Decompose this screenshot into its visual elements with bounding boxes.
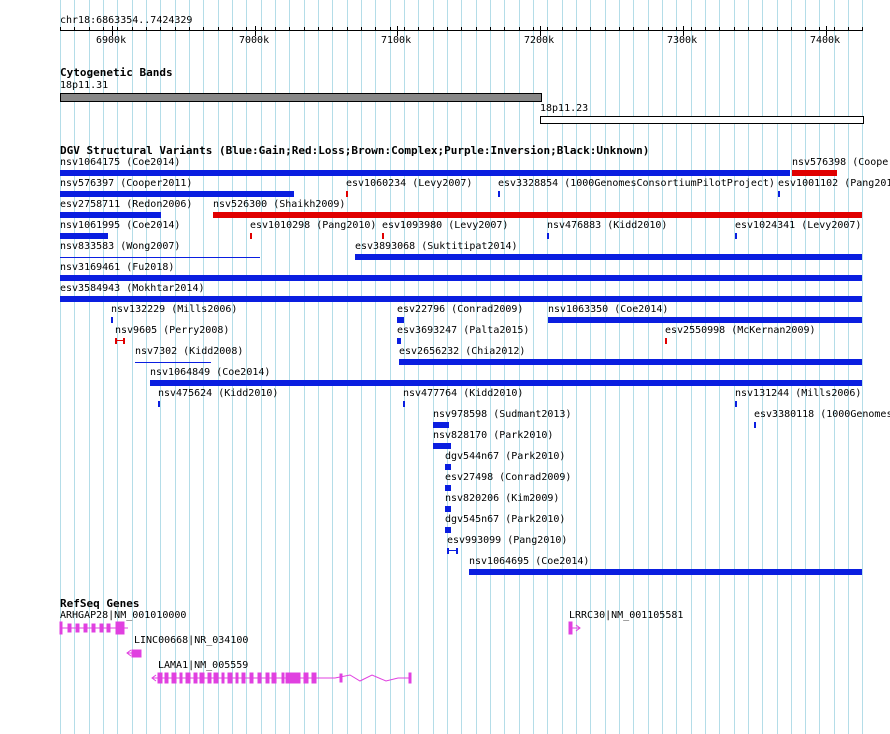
gene-model-linc00668 [126,649,142,658]
gene-models [59,621,581,684]
gene-model-lrrc30 [568,621,581,635]
gene-model-lama1 [151,672,412,684]
genome-browser-view: chr18:6863354..7424329 6900k 7000k 7100k 72… [0,0,890,734]
gene-model-arhgap28 [59,621,128,635]
